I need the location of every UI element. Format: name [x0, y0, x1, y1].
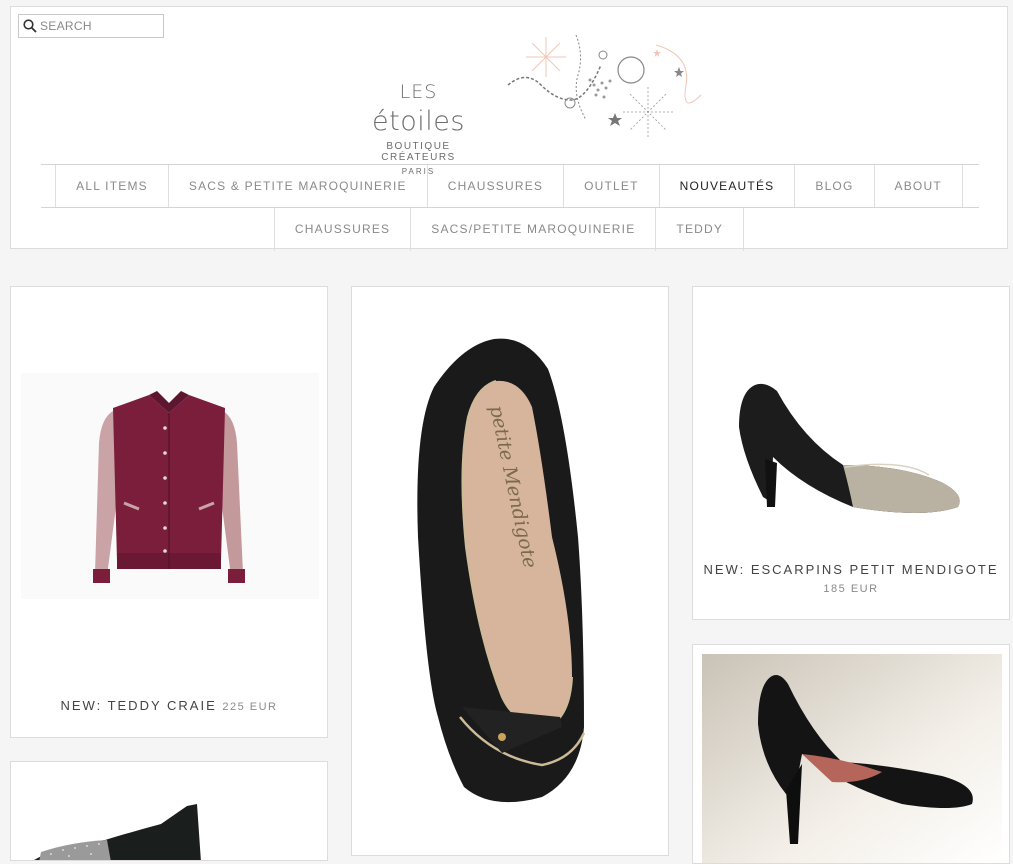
pump-image[interactable] — [703, 347, 1001, 527]
logo-name: étoiles — [372, 106, 465, 137]
black-pump-photo[interactable] — [702, 654, 1002, 864]
product-card[interactable]: NEW: TEDDY CRAIE 225 EUR — [10, 286, 328, 738]
nav-item-blog[interactable]: BLOG — [794, 165, 873, 208]
logo-tagline: BOUTIQUE CRÉATEURS — [381, 141, 456, 163]
logo[interactable]: LES étoiles BOUTIQUE CRÉATEURS PARIS — [351, 75, 486, 176]
product-price: 225 EUR — [222, 701, 278, 713]
search-box[interactable] — [18, 14, 164, 38]
nav-item-outlet[interactable]: OUTLET — [563, 165, 659, 208]
subnav-item-chaussures[interactable]: CHAUSSURES — [273, 208, 410, 251]
nav-item-all-items[interactable]: ALL ITEMS — [55, 165, 168, 208]
jacket-image[interactable] — [21, 373, 319, 599]
stars-logo-icon — [507, 34, 702, 137]
search-icon — [23, 19, 37, 33]
product-name[interactable]: NEW: TEDDY CRAIE — [60, 698, 216, 713]
nav-item-chaussures[interactable]: CHAUSSURES — [426, 165, 563, 208]
product-name[interactable]: NEW: ESCARPINS PETIT MENDIGOTE — [693, 562, 1009, 577]
site-header: LES étoiles BOUTIQUE CRÉATEURS PARIS ALL… — [10, 6, 1008, 251]
logo-prefix: LES — [399, 81, 438, 103]
product-price: 185 EUR — [823, 583, 879, 595]
secondary-nav: CHAUSSURES SACS/PETITE MAROQUINERIE TEDD… — [11, 208, 1007, 251]
primary-nav: ALL ITEMS SACS & PETITE MAROQUINERIE CHA… — [11, 165, 1007, 208]
search-input[interactable] — [37, 17, 158, 35]
nav-item-sacs-petite-maroquinerie[interactable]: SACS & PETITE MAROQUINERIE — [167, 165, 427, 208]
product-card[interactable]: petite Mendigote — [351, 286, 669, 856]
nav-item-about[interactable]: ABOUT — [873, 165, 963, 208]
product-card[interactable] — [692, 644, 1010, 864]
subnav-item-teddy[interactable]: TEDDY — [655, 208, 745, 251]
nav-item-nouveautes[interactable]: NOUVEAUTÉS — [658, 165, 795, 208]
subnav-item-sacs-petite-maroquinerie[interactable]: SACS/PETITE MAROQUINERIE — [410, 208, 655, 251]
product-card[interactable]: NEW: ESCARPINS PETIT MENDIGOTE 185 EUR — [692, 286, 1010, 620]
peep-toe-pump-image[interactable]: petite Mendigote — [352, 287, 669, 856]
product-card[interactable] — [10, 761, 328, 861]
ankle-boot-image[interactable] — [11, 762, 328, 861]
product-title[interactable]: NEW: TEDDY CRAIE 225 EUR — [11, 698, 327, 713]
